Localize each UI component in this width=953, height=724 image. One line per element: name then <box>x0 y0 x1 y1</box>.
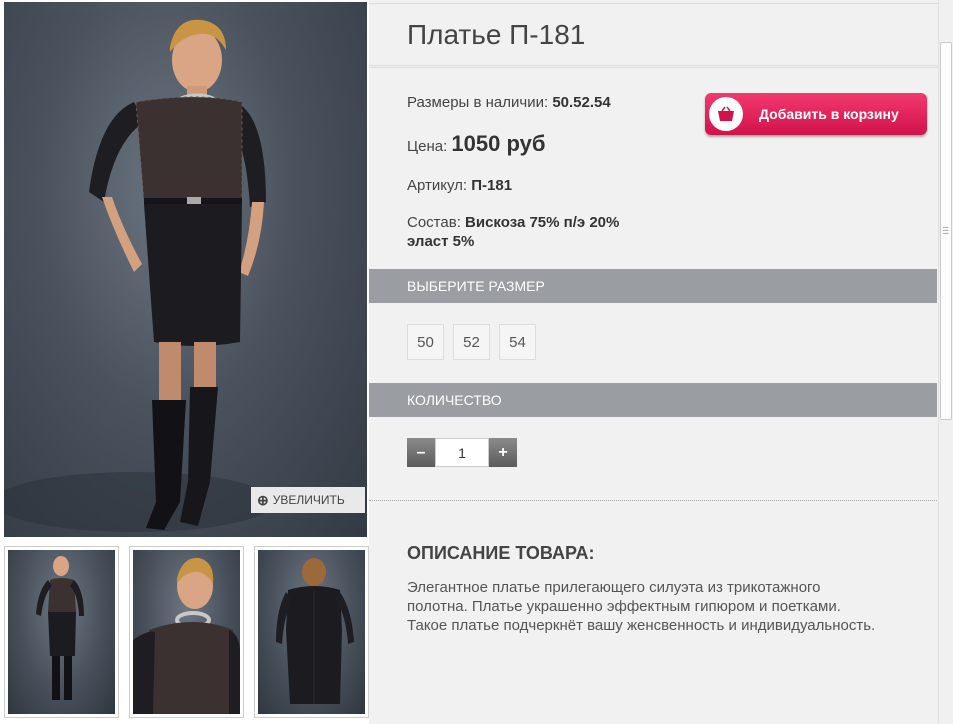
size-option-52[interactable]: 52 <box>453 324 490 360</box>
sizes-label: Размеры в наличии: <box>407 94 549 111</box>
grip-icon: – – – <box>943 222 949 239</box>
model-figure <box>4 19 274 532</box>
price-label: Цена: <box>407 138 448 155</box>
zoom-label: УВЕЛИЧИТЬ <box>272 493 345 507</box>
add-to-cart-button[interactable]: Добавить в корзину <box>705 93 927 135</box>
description-title: ОПИСАНИЕ ТОВАРА: <box>407 543 595 563</box>
add-to-cart-label: Добавить в корзину <box>759 106 899 122</box>
composition-label: Состав: <box>407 214 461 231</box>
product-info-panel: Платье П-181 Размеры в наличии: 50.52.54… <box>369 0 938 724</box>
quantity-decrease-button[interactable]: – <box>407 438 435 467</box>
product-title: Платье П-181 <box>407 19 586 50</box>
thumbnail-front-full[interactable] <box>4 546 119 718</box>
thumbnail-figure <box>276 558 354 704</box>
price-value: 1050 руб <box>451 131 546 156</box>
article-label: Артикул: <box>407 177 468 194</box>
title-bar: Платье П-181 <box>369 3 938 68</box>
composition-value-1: Вискоза 75% п/э 20% <box>465 214 620 231</box>
composition: Состав: Вискоза 75% п/э 20% эласт 5% <box>407 213 619 251</box>
article: Артикул: П-181 <box>407 177 512 194</box>
composition-value-2: эласт 5% <box>407 233 475 250</box>
description-text: Элегантное платье прилегающего силуэта и… <box>407 579 876 634</box>
basket-icon <box>709 97 743 131</box>
zoom-in-icon: ⊕ <box>257 491 269 508</box>
thumbnail-figure <box>36 556 84 700</box>
page-scrollbar[interactable]: – – – <box>938 0 953 724</box>
quantity-increase-button[interactable]: + <box>489 438 517 467</box>
size-option-54[interactable]: 54 <box>499 324 536 360</box>
thumbnail-back[interactable] <box>254 546 369 718</box>
thumbnail-portrait[interactable] <box>129 546 244 718</box>
size-option-50[interactable]: 50 <box>407 324 444 360</box>
size-section-header: ВЫБЕРИТЕ РАЗМЕР <box>369 269 937 303</box>
size-options: 50 52 54 <box>407 324 536 360</box>
main-product-photo[interactable]: ⊕ УВЕЛИЧИТЬ <box>4 2 367 537</box>
thumbnail-strip <box>4 546 369 718</box>
price: Цена: 1050 руб <box>407 131 545 157</box>
article-value: П-181 <box>471 177 513 194</box>
quantity-input[interactable]: 1 <box>435 438 489 467</box>
zoom-button[interactable]: ⊕ УВЕЛИЧИТЬ <box>251 487 365 513</box>
divider <box>369 500 937 501</box>
quantity-section-header: КОЛИЧЕСТВО <box>369 383 937 417</box>
sizes-value: 50.52.54 <box>552 94 611 111</box>
scrollbar-thumb[interactable]: – – – <box>940 42 952 420</box>
quantity-stepper: – 1 + <box>407 438 517 467</box>
sizes-available: Размеры в наличии: 50.52.54 <box>407 94 611 111</box>
thumbnail-figure <box>133 557 240 714</box>
